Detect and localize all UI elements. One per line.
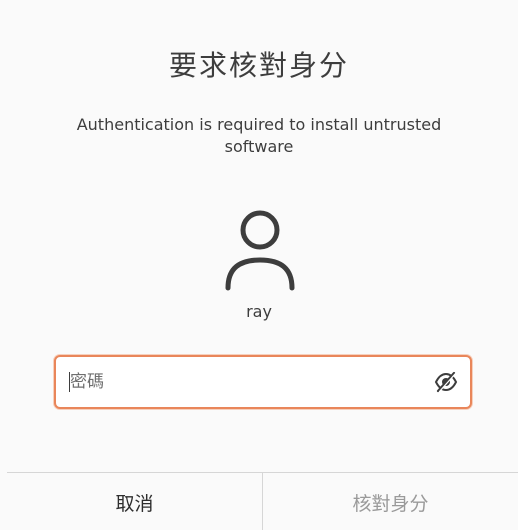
user-avatar-icon: [220, 206, 300, 294]
cancel-button[interactable]: 取消: [7, 473, 263, 530]
password-field[interactable]: [54, 355, 472, 409]
text-caret: [69, 372, 70, 392]
username-label: ray: [246, 302, 272, 321]
authentication-dialog: 要求核對身分 Authentication is required to ins…: [0, 0, 518, 530]
dialog-button-bar: 取消 核對身分: [7, 472, 518, 530]
eye-hidden-icon[interactable]: [434, 371, 458, 393]
dialog-message: Authentication is required to install un…: [76, 115, 442, 156]
dialog-title: 要求核對身分: [168, 49, 349, 82]
password-input[interactable]: [66, 365, 424, 399]
authenticate-button[interactable]: 核對身分: [263, 473, 518, 530]
